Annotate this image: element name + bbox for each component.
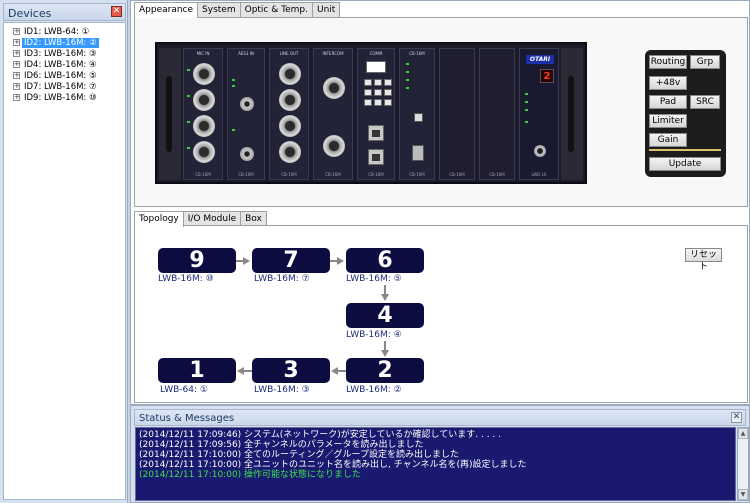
tree-item-id1[interactable]: + ID1: LWB-64: ①: [13, 27, 91, 38]
module-intercom[interactable]: INTERCOM CB-16M: [313, 48, 353, 180]
otari-logo: OTARI: [526, 55, 554, 64]
topo-label-2: LWB-16M: ②: [346, 385, 402, 395]
log-line: (2014/12/11 17:10:00) 操作可能な状態になりました: [139, 470, 362, 480]
arrow-icon: [381, 350, 389, 357]
module-cb-16m[interactable]: CB-16M CB-16M: [399, 48, 435, 180]
topo-node-9[interactable]: 9: [158, 248, 236, 273]
arrow-icon: [243, 257, 250, 265]
topo-label-7: LWB-16M: ⑦: [254, 274, 310, 284]
status-title: Status & Messages: [139, 413, 235, 424]
status-panel: Status & Messages ✕ (2014/12/11 17:09:46…: [130, 405, 750, 503]
log-line: (2014/12/11 17:10:00) 全ユニットのユニット名を読み出し, …: [139, 460, 527, 470]
tree-item-id9[interactable]: + ID9: LWB-16M: ⑩: [13, 93, 99, 104]
status-header: Status & Messages ✕: [134, 409, 746, 426]
gain-button[interactable]: Gain: [649, 133, 687, 147]
bottom-tabs: Topology I/O Module Box: [134, 211, 267, 227]
module-comm[interactable]: COMM CB-16M: [357, 48, 395, 180]
tab-box[interactable]: Box: [240, 211, 267, 226]
expand-icon[interactable]: +: [13, 72, 20, 79]
topo-label-6: LWB-16M: ⑤: [346, 274, 402, 284]
tree-item-id4[interactable]: + ID4: LWB-16M: ④: [13, 60, 99, 71]
divider: [649, 149, 721, 151]
topo-node-6[interactable]: 6: [346, 248, 424, 273]
close-icon[interactable]: ✕: [731, 412, 742, 423]
module-aes3-in[interactable]: AES3 IN CB-16M: [227, 48, 265, 180]
tab-topology[interactable]: Topology: [134, 211, 184, 227]
module-blank-2[interactable]: CB-16M: [479, 48, 515, 180]
topo-node-2[interactable]: 2: [346, 358, 424, 383]
module-blank-1[interactable]: CB-16M: [439, 48, 475, 180]
rack-unit-image: MIC IN CB-16M AES3 IN CB-16M LINE OUT CB…: [155, 42, 587, 184]
log-line: (2014/12/11 17:09:46) システム(ネットワーク)が安定してい…: [139, 430, 501, 440]
tab-io-module[interactable]: I/O Module: [182, 211, 242, 226]
tree-item-id3[interactable]: + ID3: LWB-16M: ③: [13, 49, 99, 60]
topo-label-1: LWB-64: ①: [160, 385, 208, 395]
log-line: (2014/12/11 17:10:00) 全てのルーティング／グループ設定を読…: [139, 450, 459, 460]
appearance-panel: MIC IN CB-16M AES3 IN CB-16M LINE OUT CB…: [134, 17, 748, 207]
expand-icon[interactable]: +: [13, 39, 20, 46]
expand-icon[interactable]: +: [13, 61, 20, 68]
arrow-icon: [331, 367, 338, 375]
module-line-out[interactable]: LINE OUT CB-16M: [269, 48, 309, 180]
expand-icon[interactable]: +: [13, 28, 20, 35]
devices-title: Devices: [8, 7, 52, 20]
rack-ear-right: [561, 48, 583, 180]
topo-label-3: LWB-16M: ③: [254, 385, 310, 395]
src-button[interactable]: SRC: [690, 95, 720, 109]
message-log[interactable]: (2014/12/11 17:09:46) システム(ネットワーク)が安定してい…: [135, 427, 736, 501]
expand-icon[interactable]: +: [13, 94, 20, 101]
tab-optic-temp[interactable]: Optic & Temp.: [239, 2, 313, 17]
log-line: (2014/12/11 17:09:56) 全チャンネルのパラメータを読み出しま…: [139, 440, 424, 450]
id-display: 2: [540, 69, 554, 83]
reset-button[interactable]: リセット: [685, 248, 722, 272]
arrow-icon: [337, 257, 344, 265]
arrow-icon: [381, 294, 389, 301]
tree-item-id2[interactable]: + ID2: LWB-16M: ②: [13, 38, 99, 49]
grp-button[interactable]: Grp: [690, 55, 720, 69]
topo-label-9: LWB-16M: ⑩: [158, 274, 214, 284]
main-panel: Appearance System Optic & Temp. Unit MIC…: [130, 0, 750, 405]
module-mic-in[interactable]: MIC IN CB-16M: [183, 48, 223, 180]
tab-appearance[interactable]: Appearance: [134, 2, 199, 18]
arrow-icon: [237, 367, 244, 375]
routing-button[interactable]: Routing: [649, 55, 687, 69]
tab-system[interactable]: System: [197, 2, 241, 17]
limiter-button[interactable]: Limiter: [649, 114, 687, 128]
topo-label-4: LWB-16M: ④: [346, 330, 402, 340]
control-panel: Routing Grp +48v Pad SRC Limiter Gain Up…: [645, 50, 726, 177]
scroll-down-icon[interactable]: ▼: [738, 489, 748, 500]
p48v-button[interactable]: +48v: [649, 76, 687, 90]
top-tabs: Appearance System Optic & Temp. Unit: [134, 2, 341, 18]
topo-node-3[interactable]: 3: [252, 358, 330, 383]
update-button[interactable]: Update: [649, 157, 721, 171]
vertical-scrollbar[interactable]: ▲ ▼: [737, 427, 749, 501]
tree-item-id6[interactable]: + ID6: LWB-16M: ⑤: [13, 71, 99, 82]
topo-node-4[interactable]: 4: [346, 303, 424, 328]
tree-item-id7[interactable]: + ID7: LWB-16M: ⑦: [13, 82, 99, 93]
device-tree[interactable]: + ID1: LWB-64: ① + ID2: LWB-16M: ② + ID3: L…: [3, 22, 126, 500]
topo-node-7[interactable]: 7: [252, 248, 330, 273]
scroll-up-icon[interactable]: ▲: [738, 428, 748, 439]
devices-header: Devices ✕: [3, 3, 126, 21]
pad-button[interactable]: Pad: [649, 95, 687, 109]
close-icon[interactable]: ✕: [111, 6, 122, 17]
topo-node-1[interactable]: 1: [158, 358, 236, 383]
tab-unit[interactable]: Unit: [311, 2, 341, 17]
expand-icon[interactable]: +: [13, 83, 20, 90]
devices-panel: Devices ✕ + ID1: LWB-64: ① + ID2: LWB-16M:…: [0, 0, 128, 503]
module-lwb-main[interactable]: OTARI 2 LWB-16: [519, 48, 559, 180]
rack-ear-left: [159, 48, 181, 180]
topology-panel: リセット 9 LWB-16M: ⑩ 7 LWB-16M: ⑦ 6 LWB-16M…: [134, 225, 748, 403]
expand-icon[interactable]: +: [13, 50, 20, 57]
